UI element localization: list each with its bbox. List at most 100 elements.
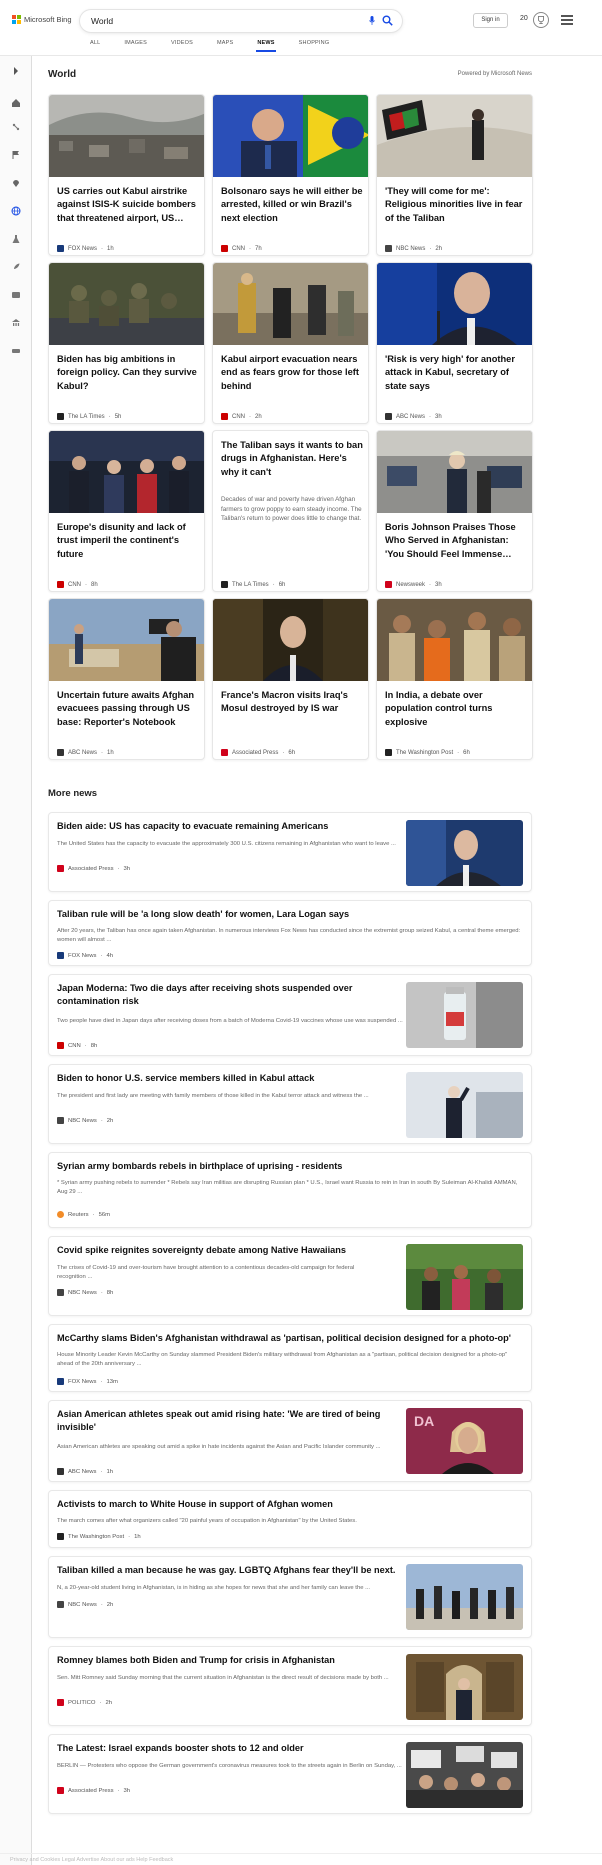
news-card[interactable]: France's Macron visits Iraq's Mosul dest… xyxy=(212,598,369,760)
card-title[interactable]: 'Risk is very high' for another attack i… xyxy=(385,353,527,393)
technology-icon[interactable] xyxy=(11,122,21,132)
more-news-item[interactable]: Biden aide: US has capacity to evacuate … xyxy=(48,812,532,892)
news-card[interactable]: 'They will come for me': Religious minor… xyxy=(376,94,533,256)
page-footer[interactable]: Privacy and Cookies Legal Advertise Abou… xyxy=(0,1853,602,1865)
item-title[interactable]: Biden to honor U.S. service members kill… xyxy=(57,1072,407,1085)
bing-logo[interactable]: Microsoft Bing xyxy=(12,15,72,24)
tab-shopping[interactable]: SHOPPING xyxy=(299,40,330,52)
top-header: Microsoft Bing World Sign in 20 ALL IMAG… xyxy=(0,0,602,52)
location-icon[interactable] xyxy=(11,178,21,188)
more-news-item[interactable]: McCarthy slams Biden's Afghanistan withd… xyxy=(48,1324,532,1392)
card-title[interactable]: Bolsonaro says he will either be arreste… xyxy=(221,185,363,225)
item-title[interactable]: Covid spike reignites sovereignty debate… xyxy=(57,1244,407,1257)
news-card-text[interactable]: The Taliban says it wants to ban drugs i… xyxy=(212,430,369,592)
card-title[interactable]: 'They will come for me': Religious minor… xyxy=(385,185,527,225)
item-title[interactable]: Japan Moderna: Two die days after receiv… xyxy=(57,982,397,1008)
item-source: Associated Press · 3h xyxy=(57,865,130,872)
tab-news[interactable]: NEWS xyxy=(256,40,277,52)
washington-post-logo-icon xyxy=(57,1533,64,1540)
item-title[interactable]: McCarthy slams Biden's Afghanistan withd… xyxy=(57,1332,525,1345)
abc-news-logo-icon xyxy=(57,749,64,756)
source-time: 6h xyxy=(288,749,296,756)
card-title[interactable]: Europe's disunity and lack of trust impe… xyxy=(57,521,199,561)
source-name: NBC News xyxy=(68,1117,97,1124)
news-card[interactable]: 'Risk is very high' for another attack i… xyxy=(376,262,533,424)
source-name: ABC News xyxy=(396,413,426,420)
news-card[interactable]: In India, a debate over population contr… xyxy=(376,598,533,760)
sign-in-button[interactable]: Sign in xyxy=(473,13,508,28)
more-news-item[interactable]: Taliban rule will be 'a long slow death'… xyxy=(48,900,532,966)
item-title[interactable]: The Latest: Israel expands booster shots… xyxy=(57,1742,407,1755)
item-title[interactable]: Syrian army bombards rebels in birthplac… xyxy=(57,1160,522,1173)
more-news-item[interactable]: Taliban killed a man because he was gay.… xyxy=(48,1556,532,1638)
item-title[interactable]: Asian American athletes speak out amid r… xyxy=(57,1408,387,1434)
home-icon[interactable] xyxy=(11,98,21,108)
item-description: * Syrian army pushing rebels to surrende… xyxy=(57,1180,518,1195)
source-name: The Washington Post xyxy=(68,1533,125,1540)
search-icon[interactable] xyxy=(382,15,393,26)
card-title[interactable]: The Taliban says it wants to ban drugs i… xyxy=(221,439,363,479)
item-title[interactable]: Activists to march to White House in sup… xyxy=(57,1498,522,1511)
source-time: 8h xyxy=(90,1042,98,1049)
hamburger-menu-icon[interactable] xyxy=(561,15,573,25)
news-card[interactable]: Boris Johnson Praises Those Who Served i… xyxy=(376,430,533,592)
rewards-trophy-icon[interactable] xyxy=(533,12,549,28)
news-card[interactable]: Kabul airport evacuation nears end as fe… xyxy=(212,262,369,424)
card-title[interactable]: Kabul airport evacuation nears end as fe… xyxy=(221,353,363,393)
dot-separator: · xyxy=(457,749,460,756)
car-icon[interactable] xyxy=(11,346,21,356)
search-input[interactable]: World xyxy=(91,16,113,26)
tab-maps[interactable]: MAPS xyxy=(217,40,233,52)
news-card[interactable]: US carries out Kabul airstrike against I… xyxy=(48,94,205,256)
tab-videos[interactable]: VIDEOS xyxy=(171,40,193,52)
more-news-item[interactable]: Biden to honor U.S. service members kill… xyxy=(48,1064,532,1144)
news-card[interactable]: Biden has big ambitions in foreign polic… xyxy=(48,262,205,424)
world-icon[interactable] xyxy=(11,206,21,216)
rewards-points[interactable]: 20 xyxy=(520,15,528,22)
more-news-item[interactable]: Japan Moderna: Two die days after receiv… xyxy=(48,974,532,1056)
entertainment-icon[interactable] xyxy=(11,290,21,300)
source-time: 2h xyxy=(105,1699,113,1706)
card-title[interactable]: Boris Johnson Praises Those Who Served i… xyxy=(385,521,527,561)
more-news-item[interactable]: Covid spike reignites sovereignty debate… xyxy=(48,1236,532,1316)
science-icon[interactable] xyxy=(11,234,21,244)
microphone-icon[interactable] xyxy=(369,16,375,25)
card-source: FOX News · 1h xyxy=(57,245,114,252)
search-box[interactable]: World xyxy=(80,10,402,32)
fox-news-logo-icon xyxy=(57,952,64,959)
card-title[interactable]: Uncertain future awaits Afghan evacuees … xyxy=(57,689,199,729)
card-title[interactable]: In India, a debate over population contr… xyxy=(385,689,527,729)
item-title[interactable]: Taliban rule will be 'a long slow death'… xyxy=(57,908,522,921)
more-news-item[interactable]: Romney blames both Biden and Trump for c… xyxy=(48,1646,532,1726)
berlin-protest-thumbnail xyxy=(406,1742,523,1808)
card-title[interactable]: Biden has big ambitions in foreign polic… xyxy=(57,353,199,393)
source-time: 1h xyxy=(107,245,114,252)
news-card[interactable]: Bolsonaro says he will either be arreste… xyxy=(212,94,369,256)
item-title[interactable]: Taliban killed a man because he was gay.… xyxy=(57,1564,407,1577)
item-description: The United States has the capacity to ev… xyxy=(57,841,396,847)
source-name: POLITICO xyxy=(68,1699,96,1706)
more-news-item[interactable]: Activists to march to White House in sup… xyxy=(48,1490,532,1548)
card-title[interactable]: US carries out Kabul airstrike against I… xyxy=(57,185,199,225)
expand-icon[interactable] xyxy=(11,66,21,76)
news-card[interactable]: Uncertain future awaits Afghan evacuees … xyxy=(48,598,205,760)
reporter-camera-image xyxy=(49,599,204,681)
more-news-item[interactable]: The Latest: Israel expands booster shots… xyxy=(48,1734,532,1814)
source-time: 3h xyxy=(123,865,131,872)
source-name: Reuters xyxy=(68,1211,89,1218)
card-title[interactable]: France's Macron visits Iraq's Mosul dest… xyxy=(221,689,363,716)
money-icon[interactable] xyxy=(11,318,21,328)
more-news-item[interactable]: Asian American athletes speak out amid r… xyxy=(48,1400,532,1482)
source-name: CNN xyxy=(68,1042,81,1049)
more-news-item[interactable]: Syrian army bombards rebels in birthplac… xyxy=(48,1152,532,1228)
news-card[interactable]: Europe's disunity and lack of trust impe… xyxy=(48,430,205,592)
tab-images[interactable]: IMAGES xyxy=(124,40,147,52)
item-source: NBC News · 2h xyxy=(57,1601,113,1608)
source-time: 8h xyxy=(91,581,98,588)
rocket-icon[interactable] xyxy=(11,262,21,272)
item-title[interactable]: Biden aide: US has capacity to evacuate … xyxy=(57,820,407,833)
item-title[interactable]: Romney blames both Biden and Trump for c… xyxy=(57,1654,407,1667)
flag-icon[interactable] xyxy=(11,150,21,160)
tab-all[interactable]: ALL xyxy=(90,40,100,52)
left-category-rail xyxy=(0,56,32,1865)
